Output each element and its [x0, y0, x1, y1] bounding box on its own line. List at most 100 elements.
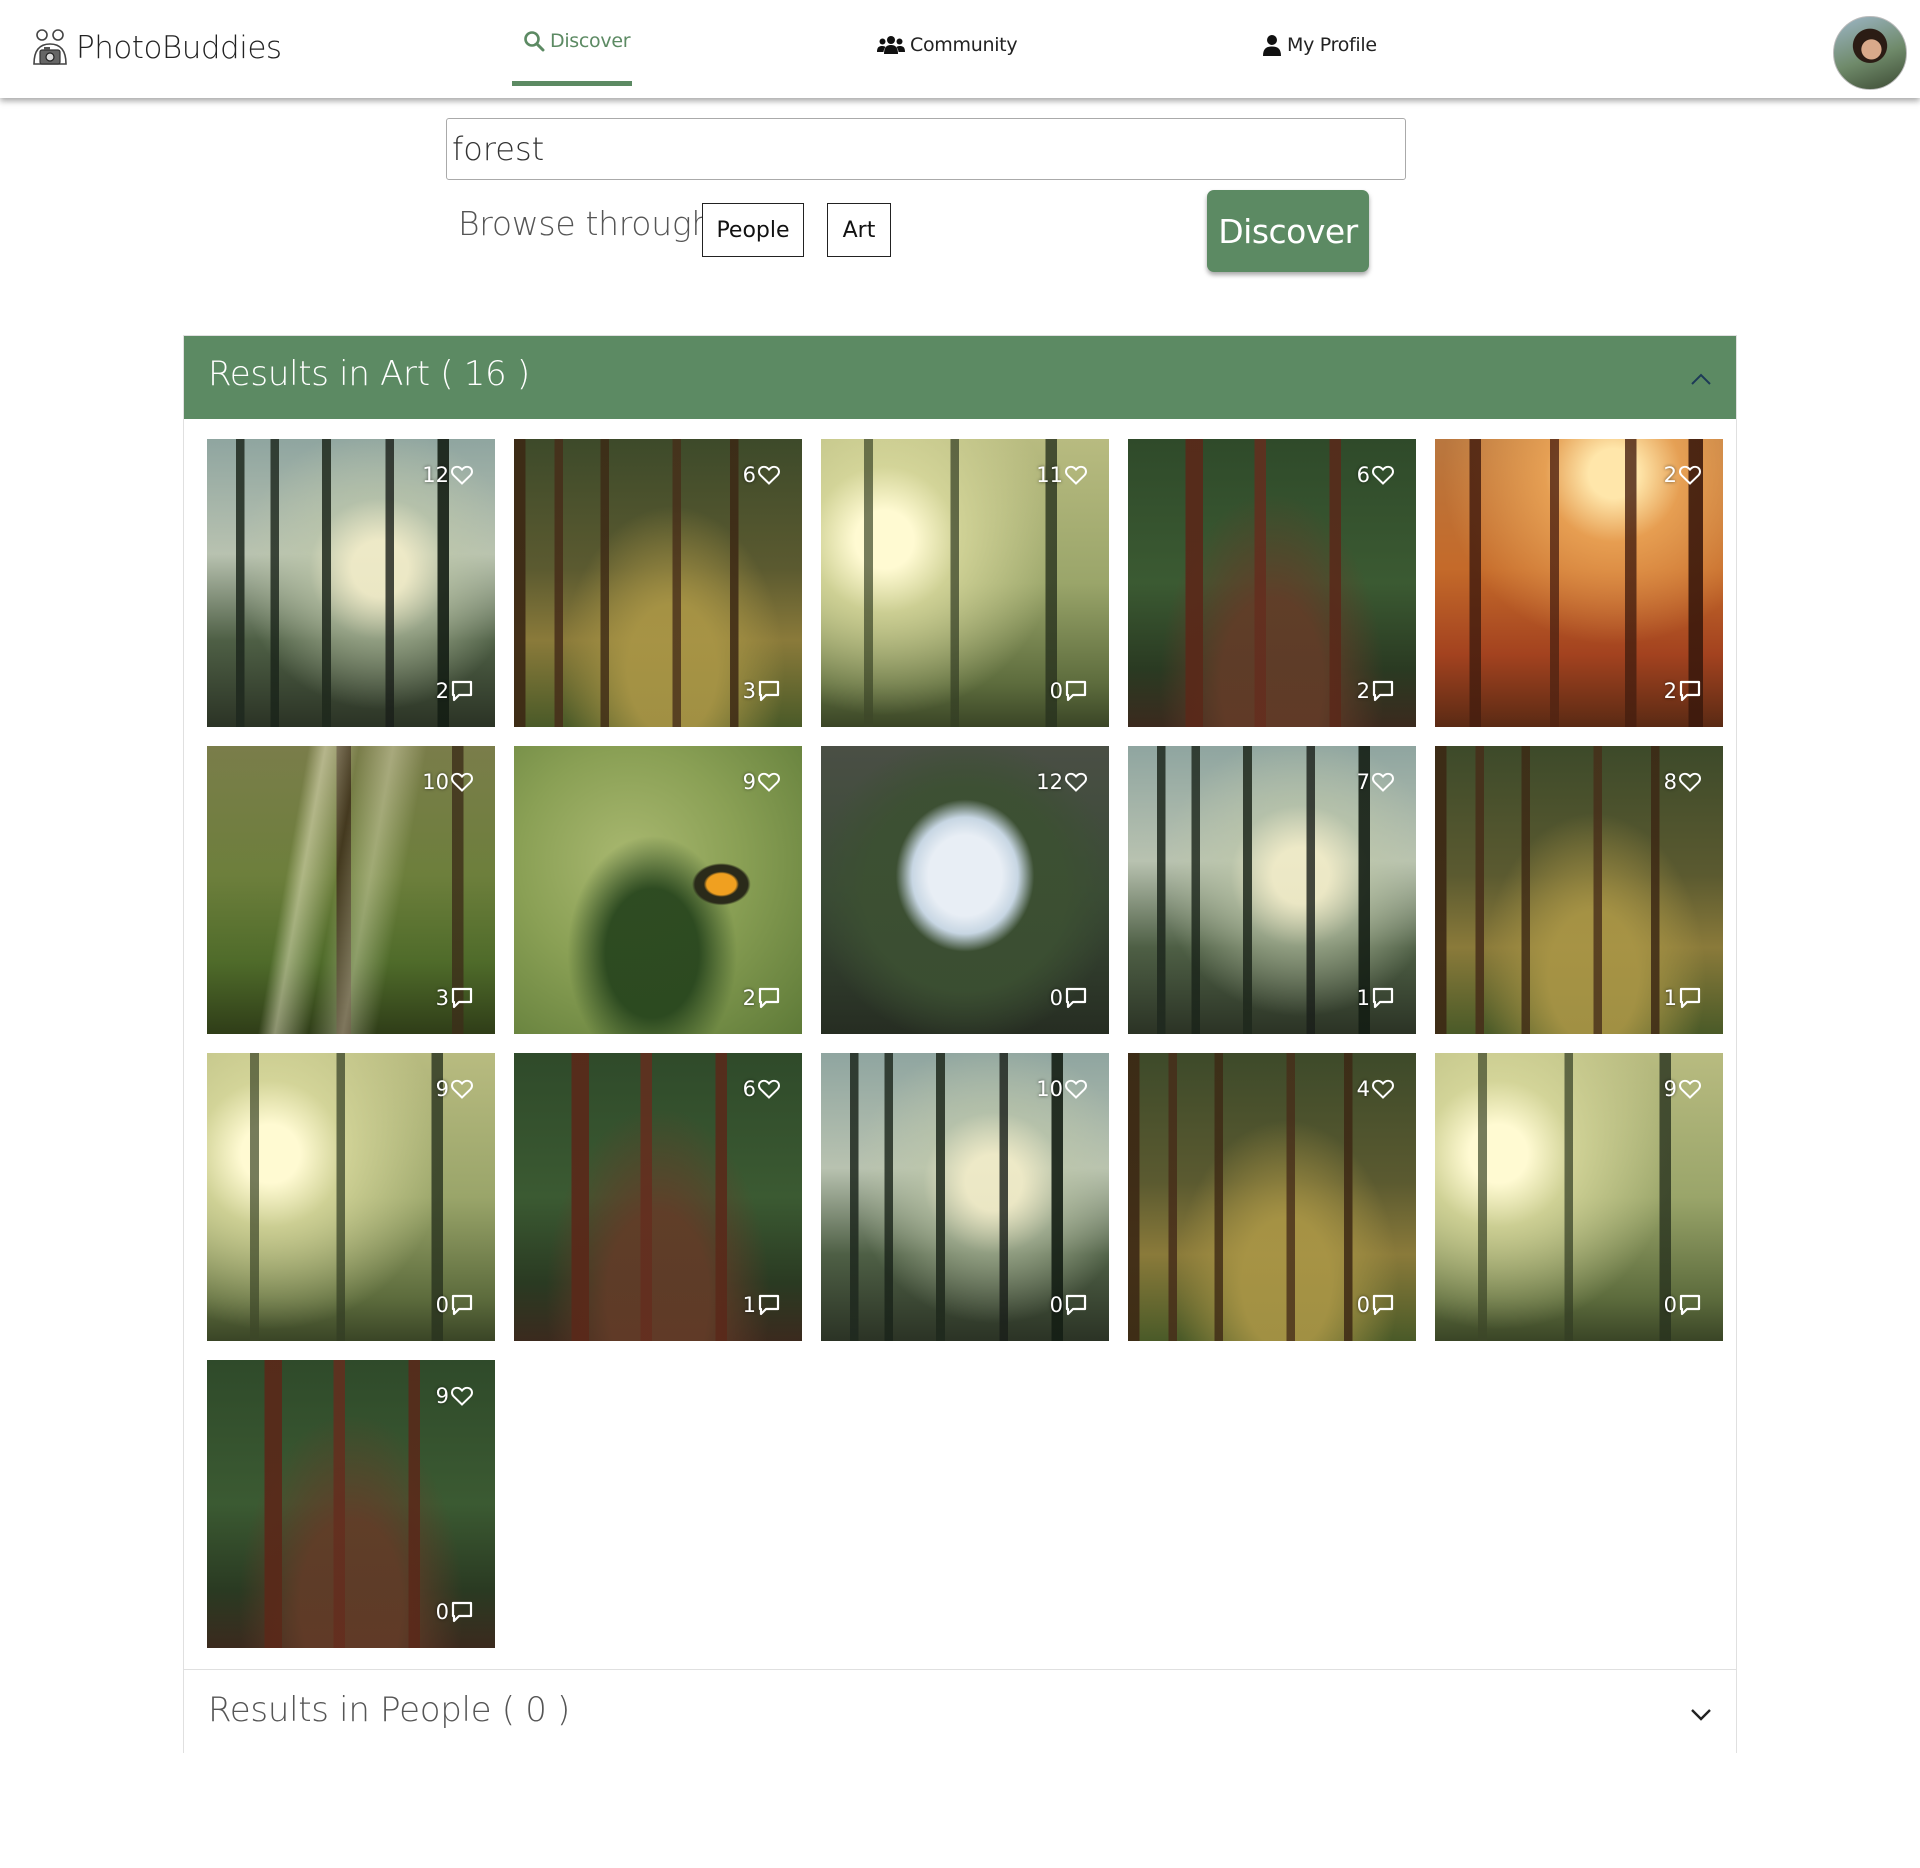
- like-count[interactable]: 10: [422, 770, 473, 794]
- comment-count[interactable]: 0: [1664, 1293, 1701, 1317]
- comment-count[interactable]: 1: [743, 1293, 780, 1317]
- heart-icon: [451, 1386, 473, 1406]
- nav-community-label: Community: [910, 34, 1018, 56]
- like-count-value: 4: [1356, 1077, 1370, 1101]
- comment-count[interactable]: 0: [436, 1293, 473, 1317]
- art-result-tile[interactable]: 92: [514, 746, 802, 1034]
- like-count[interactable]: 9: [436, 1077, 473, 1101]
- art-result-tile[interactable]: 90: [207, 1053, 495, 1341]
- comment-icon: [1065, 1294, 1087, 1316]
- chevron-up-icon: [1691, 373, 1711, 385]
- comment-count-value: 3: [435, 986, 449, 1010]
- comment-count[interactable]: 2: [436, 679, 473, 703]
- art-result-tile[interactable]: 40: [1128, 1053, 1416, 1341]
- comment-count[interactable]: 0: [436, 1600, 473, 1624]
- comment-count-value: 0: [1663, 1293, 1677, 1317]
- search-input[interactable]: [446, 118, 1406, 180]
- comment-count-value: 1: [1663, 986, 1677, 1010]
- nav-community[interactable]: Community: [877, 34, 1018, 56]
- like-count[interactable]: 9: [743, 770, 780, 794]
- like-count[interactable]: 2: [1664, 463, 1701, 487]
- comment-icon: [1065, 680, 1087, 702]
- comment-icon: [1372, 680, 1394, 702]
- like-count-value: 12: [1036, 770, 1063, 794]
- comment-count[interactable]: 1: [1664, 986, 1701, 1010]
- user-avatar[interactable]: [1833, 16, 1907, 90]
- art-result-tile[interactable]: 12 0: [821, 746, 1109, 1034]
- like-count[interactable]: 8: [1664, 770, 1701, 794]
- camera-buddies-logo-icon: [33, 29, 67, 65]
- art-result-tile[interactable]: 10 0: [821, 1053, 1109, 1341]
- comment-count[interactable]: 2: [1357, 679, 1394, 703]
- results-people-title: Results in People ( 0 ): [208, 1690, 571, 1730]
- like-count-value: 9: [1663, 1077, 1677, 1101]
- comment-count-value: 0: [1356, 1293, 1370, 1317]
- heart-icon: [451, 1079, 473, 1099]
- heart-icon: [758, 465, 780, 485]
- art-result-tile[interactable]: 10 3: [207, 746, 495, 1034]
- like-count[interactable]: 9: [436, 1384, 473, 1408]
- like-count-value: 7: [1356, 770, 1370, 794]
- like-count-value: 11: [1036, 463, 1063, 487]
- art-result-tile[interactable]: 81: [1435, 746, 1723, 1034]
- like-count-value: 10: [1036, 1077, 1063, 1101]
- nav-my-profile-label: My Profile: [1287, 34, 1377, 56]
- comment-icon: [758, 680, 780, 702]
- discover-button[interactable]: Discover: [1207, 190, 1369, 272]
- like-count[interactable]: 10: [1036, 1077, 1087, 1101]
- like-count[interactable]: 6: [743, 463, 780, 487]
- comment-count-value: 3: [742, 679, 756, 703]
- like-count-value: 12: [422, 463, 449, 487]
- art-result-tile[interactable]: 71: [1128, 746, 1416, 1034]
- like-count[interactable]: 9: [1664, 1077, 1701, 1101]
- comment-count[interactable]: 0: [1357, 1293, 1394, 1317]
- like-count-value: 8: [1663, 770, 1677, 794]
- search-icon: [524, 31, 545, 52]
- nav-my-profile[interactable]: My Profile: [1262, 34, 1377, 56]
- comment-count-value: 0: [435, 1293, 449, 1317]
- art-result-tile[interactable]: 12 2: [207, 439, 495, 727]
- comment-count[interactable]: 0: [1050, 1293, 1087, 1317]
- art-result-tile[interactable]: 11 0: [821, 439, 1109, 727]
- like-count[interactable]: 11: [1036, 463, 1087, 487]
- results-people-header[interactable]: Results in People ( 0 ): [184, 1669, 1736, 1753]
- heart-icon: [758, 1079, 780, 1099]
- comment-count[interactable]: 0: [1050, 679, 1087, 703]
- like-count[interactable]: 12: [1036, 770, 1087, 794]
- comment-count[interactable]: 2: [1664, 679, 1701, 703]
- comment-icon: [451, 1601, 473, 1623]
- comment-count[interactable]: 1: [1357, 986, 1394, 1010]
- like-count[interactable]: 12: [422, 463, 473, 487]
- heart-icon: [1372, 465, 1394, 485]
- art-result-tile[interactable]: 61: [514, 1053, 802, 1341]
- comment-count[interactable]: 0: [1050, 986, 1087, 1010]
- art-result-tile[interactable]: 90: [207, 1360, 495, 1648]
- art-result-tile[interactable]: 90: [1435, 1053, 1723, 1341]
- comment-count[interactable]: 3: [436, 986, 473, 1010]
- like-count-value: 9: [435, 1077, 449, 1101]
- comment-icon: [1679, 680, 1701, 702]
- nav-discover[interactable]: Discover: [523, 30, 631, 52]
- like-count-value: 6: [742, 463, 756, 487]
- art-result-tile[interactable]: 63: [514, 439, 802, 727]
- user-icon: [1263, 35, 1281, 56]
- comment-count[interactable]: 3: [743, 679, 780, 703]
- like-count[interactable]: 6: [743, 1077, 780, 1101]
- results-art-header[interactable]: Results in Art ( 16 ): [184, 336, 1736, 419]
- art-result-tile[interactable]: 22: [1435, 439, 1723, 727]
- comment-count-value: 0: [1049, 986, 1063, 1010]
- results-art-title: Results in Art ( 16 ): [208, 354, 530, 394]
- heart-icon: [1372, 772, 1394, 792]
- comment-count[interactable]: 2: [743, 986, 780, 1010]
- comment-count-value: 2: [1663, 679, 1677, 703]
- like-count[interactable]: 7: [1357, 770, 1394, 794]
- filter-people-button[interactable]: People: [702, 203, 804, 257]
- comment-count-value: 2: [1356, 679, 1370, 703]
- art-result-tile[interactable]: 62: [1128, 439, 1416, 727]
- comment-icon: [451, 987, 473, 1009]
- brand-name: PhotoBuddies: [76, 30, 282, 66]
- brand[interactable]: PhotoBuddies: [30, 26, 282, 70]
- like-count[interactable]: 4: [1357, 1077, 1394, 1101]
- like-count[interactable]: 6: [1357, 463, 1394, 487]
- filter-art-button[interactable]: Art: [827, 203, 891, 257]
